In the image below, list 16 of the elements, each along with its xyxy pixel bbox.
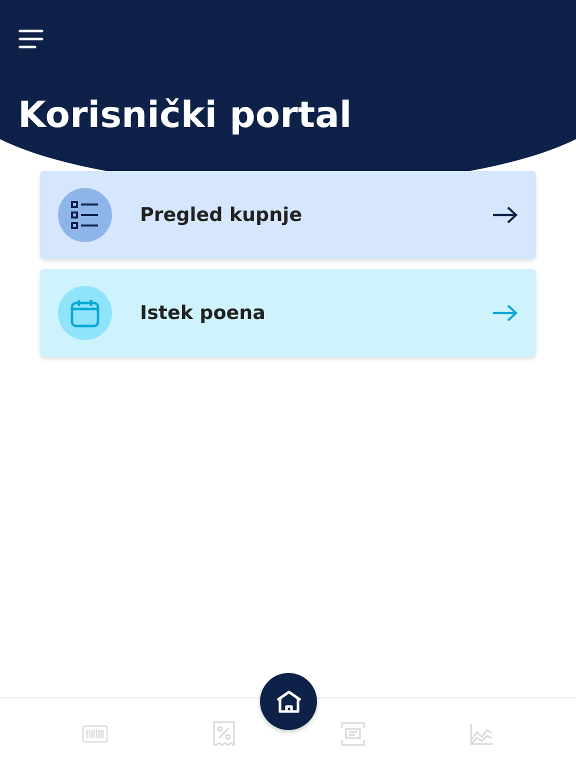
page-title: Korisnički portal (18, 94, 353, 138)
menu-card[interactable]: Pregled kupnje (40, 171, 536, 259)
list-icon (70, 200, 100, 230)
card-label: Pregled kupnje (140, 204, 304, 226)
home-icon (276, 690, 302, 714)
barcode-icon (82, 724, 108, 744)
chart-icon (470, 722, 494, 744)
arrow-icon (492, 206, 518, 224)
menu-icon[interactable] (18, 28, 44, 50)
scan-icon (340, 722, 364, 746)
arrow-icon (492, 304, 518, 322)
card-label: Istek poena (140, 302, 266, 324)
home-button[interactable] (260, 673, 317, 730)
menu-card[interactable]: Istek poena (40, 269, 536, 357)
receipt-percent-icon (212, 720, 234, 746)
calendar-icon (70, 298, 100, 328)
